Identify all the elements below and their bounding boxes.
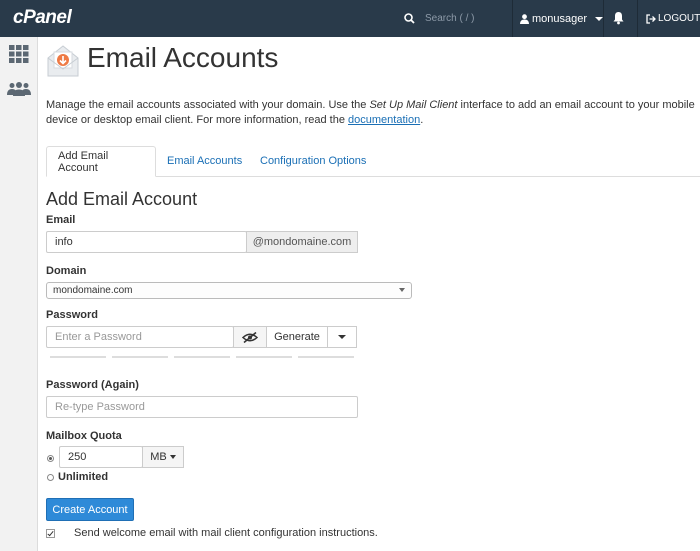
cpanel-logo[interactable]: cPanel	[13, 7, 72, 29]
password-again-field[interactable]	[46, 396, 358, 418]
quota-unit: MB	[150, 451, 167, 463]
mailbox-quota-label: Mailbox Quota	[46, 430, 122, 442]
password-strength-segment	[236, 356, 292, 358]
top-navbar: cPanel monusager LOGOUT	[0, 0, 700, 37]
logout-label: LOGOUT	[658, 13, 700, 24]
intro-text: .	[420, 113, 424, 126]
password-strength-segment	[298, 356, 354, 358]
unlimited-label: Unlimited	[58, 471, 109, 483]
divider	[603, 0, 604, 37]
email-field[interactable]	[46, 231, 247, 253]
tab-email-accounts[interactable]: Email Accounts	[156, 146, 253, 175]
user-menu[interactable]: monusager	[520, 0, 604, 37]
email-accounts-icon	[47, 45, 79, 77]
generate-options-button[interactable]	[327, 326, 357, 348]
search-icon	[404, 13, 415, 24]
chevron-down-icon	[169, 455, 176, 459]
domain-select[interactable]: mondomaine.com	[46, 282, 412, 299]
intro-emphasis: Set Up Mail Client	[369, 99, 458, 111]
grid-icon[interactable]	[9, 45, 29, 63]
domain-selected-value: mondomaine.com	[53, 285, 133, 296]
email-input[interactable]	[55, 236, 238, 248]
password-field[interactable]	[46, 326, 234, 348]
password-strength-segment	[174, 356, 230, 358]
divider	[637, 0, 638, 37]
quota-input[interactable]	[68, 451, 134, 463]
search-box[interactable]	[396, 0, 511, 37]
documentation-link[interactable]: documentation	[348, 114, 420, 126]
welcome-email-label: Send welcome email with mail client conf…	[74, 527, 378, 539]
user-icon	[520, 13, 529, 24]
intro-text: Manage the email accounts associated wit…	[46, 99, 370, 111]
page-description: Manage the email accounts associated wit…	[46, 98, 696, 127]
username: monusager	[532, 12, 588, 25]
tab-bar: Add Email Account Email Accounts Configu…	[46, 146, 700, 177]
toggle-visibility-button[interactable]	[233, 326, 267, 348]
chevron-down-icon	[595, 16, 604, 21]
quota-unit-dropdown[interactable]: MB	[142, 446, 184, 468]
bell-icon[interactable]	[612, 11, 625, 25]
page-title: Email Accounts	[87, 42, 279, 73]
section-title: Add Email Account	[46, 189, 198, 209]
quota-limited-radio[interactable]	[47, 455, 54, 462]
password-strength-segment	[112, 356, 168, 358]
quota-unlimited-radio[interactable]	[47, 474, 54, 481]
welcome-email-checkbox[interactable]	[46, 529, 55, 538]
password-label: Password	[46, 309, 98, 321]
logout-button[interactable]: LOGOUT	[646, 0, 700, 37]
sidebar	[0, 37, 38, 551]
domain-label: Domain	[46, 265, 87, 277]
password-again-label: Password (Again)	[46, 379, 139, 391]
password-strength-segment	[50, 356, 106, 358]
chevron-down-icon	[399, 288, 405, 292]
tab-add-email-account[interactable]: Add Email Account	[46, 146, 156, 177]
chevron-down-icon	[338, 335, 346, 339]
tab-configuration-options[interactable]: Configuration Options	[249, 146, 377, 175]
email-domain-addon: @mondomaine.com	[246, 231, 358, 253]
create-account-button[interactable]: Create Account	[46, 498, 134, 521]
email-label: Email	[46, 214, 76, 226]
users-icon[interactable]	[7, 82, 31, 96]
password-input[interactable]	[55, 331, 225, 343]
password-again-input[interactable]	[55, 401, 349, 413]
generate-password-button[interactable]: Generate	[266, 326, 328, 348]
quota-field[interactable]	[59, 446, 143, 468]
divider	[512, 0, 513, 37]
search-input[interactable]	[423, 12, 507, 25]
logout-icon	[646, 13, 656, 24]
eye-slash-icon	[242, 331, 258, 343]
